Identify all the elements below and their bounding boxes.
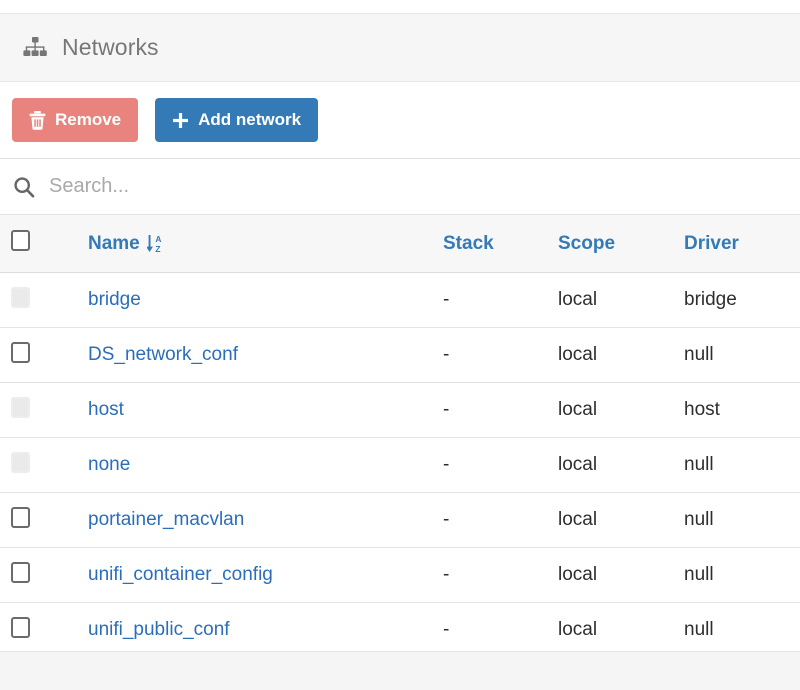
network-driver-cell: null (684, 509, 714, 530)
svg-text:A: A (155, 234, 161, 244)
row-select-checkbox (11, 451, 30, 473)
network-name-cell: unifi_container_config (88, 548, 443, 603)
network-name-cell: unifi_public_conf (88, 603, 443, 658)
network-name-link[interactable]: unifi_container_config (88, 564, 273, 585)
network-driver-cell: null (684, 454, 714, 475)
network-name-link[interactable]: portainer_macvlan (88, 509, 244, 530)
row-select-cell (0, 603, 88, 658)
row-select-checkbox[interactable] (11, 341, 30, 363)
row-select-cell (0, 383, 88, 438)
network-stack-cell: - (443, 564, 450, 585)
network-scope-cell: local (558, 289, 598, 310)
table-row: DS_network_conf - local null (0, 327, 800, 383)
panel-footer (0, 651, 800, 690)
network-stack-cell: - (443, 399, 450, 420)
add-network-button-label: Add network (198, 110, 302, 129)
network-driver-cell: null (684, 619, 714, 640)
row-select-cell (0, 548, 88, 603)
network-name-link[interactable]: host (88, 399, 124, 420)
select-all-header (0, 215, 88, 273)
network-name-link[interactable]: DS_network_conf (88, 344, 238, 365)
column-header-driver-label: Driver (684, 232, 739, 254)
network-name-cell: host (88, 383, 443, 438)
network-stack-cell: - (443, 509, 450, 530)
network-name-cell: bridge (88, 273, 443, 328)
table-header: Name A Z Stack Scope Driver (0, 215, 800, 273)
search-input[interactable] (49, 175, 649, 198)
column-header-name[interactable]: Name A Z (88, 215, 443, 273)
network-driver-cell: null (684, 344, 714, 365)
column-header-scope[interactable]: Scope (558, 215, 684, 273)
row-select-cell (0, 493, 88, 548)
top-spacer (0, 0, 800, 13)
network-name-link[interactable]: unifi_public_conf (88, 619, 230, 640)
network-scope-cell: local (558, 619, 598, 640)
action-toolbar: Remove Add network (0, 82, 800, 158)
network-driver-cell: host (684, 399, 720, 420)
table-row: bridge - local bridge (0, 272, 800, 328)
table-row: host - local host (0, 382, 800, 438)
page-title: Networks (62, 34, 159, 60)
network-stack-cell: - (443, 289, 450, 310)
row-select-checkbox (11, 286, 30, 308)
network-stack-cell: - (443, 619, 450, 640)
networks-panel: Networks Remove Add network Search... Na… (0, 0, 800, 690)
remove-button[interactable]: Remove (12, 98, 139, 142)
table-row: unifi_container_config - local null (0, 547, 800, 603)
table-row: portainer_macvlan - local null (0, 492, 800, 548)
column-header-stack-label: Stack (443, 232, 494, 254)
network-stack-cell: - (443, 454, 450, 475)
table-row: unifi_public_conf - local null (0, 602, 800, 658)
networks-table: Name A Z Stack Scope Driver bridge - loc… (0, 215, 800, 658)
row-select-cell (0, 273, 88, 328)
row-select-cell (0, 438, 88, 493)
add-network-button[interactable]: Add network (155, 98, 319, 142)
row-select-checkbox (11, 396, 30, 418)
row-select-checkbox[interactable] (11, 506, 30, 528)
network-driver-cell: null (684, 564, 714, 585)
row-select-cell (0, 328, 88, 383)
network-stack-cell: - (443, 344, 450, 365)
search-bar (0, 158, 800, 215)
panel-header: Networks (0, 13, 800, 82)
column-header-stack[interactable]: Stack (443, 215, 558, 273)
network-scope-cell: local (558, 344, 598, 365)
remove-button-label: Remove (55, 110, 122, 129)
network-name-cell: DS_network_conf (88, 328, 443, 383)
network-name-link[interactable]: none (88, 454, 130, 475)
search-icon (11, 174, 37, 200)
row-select-checkbox[interactable] (11, 616, 30, 638)
network-name-link[interactable]: bridge (88, 289, 141, 310)
sitemap-icon (22, 37, 48, 59)
network-name-cell: none (88, 438, 443, 493)
sort-alpha-down-icon: A Z (146, 234, 164, 253)
select-all-checkbox[interactable] (11, 230, 30, 251)
column-header-scope-label: Scope (558, 232, 616, 254)
plus-icon (172, 112, 189, 129)
column-header-driver[interactable]: Driver (684, 215, 800, 273)
network-scope-cell: local (558, 399, 598, 420)
network-scope-cell: local (558, 454, 598, 475)
row-select-checkbox[interactable] (11, 561, 30, 583)
network-driver-cell: bridge (684, 289, 737, 310)
trash-icon (29, 110, 46, 130)
table-body: bridge - local bridge DS_network_conf - local n… (0, 272, 800, 658)
svg-text:Z: Z (155, 244, 160, 253)
network-scope-cell: local (558, 509, 598, 530)
network-name-cell: portainer_macvlan (88, 493, 443, 548)
network-scope-cell: local (558, 564, 598, 585)
table-header-row: Name A Z Stack Scope Driver (0, 215, 800, 273)
column-header-name-label: Name (88, 232, 140, 254)
table-row: none - local null (0, 437, 800, 493)
